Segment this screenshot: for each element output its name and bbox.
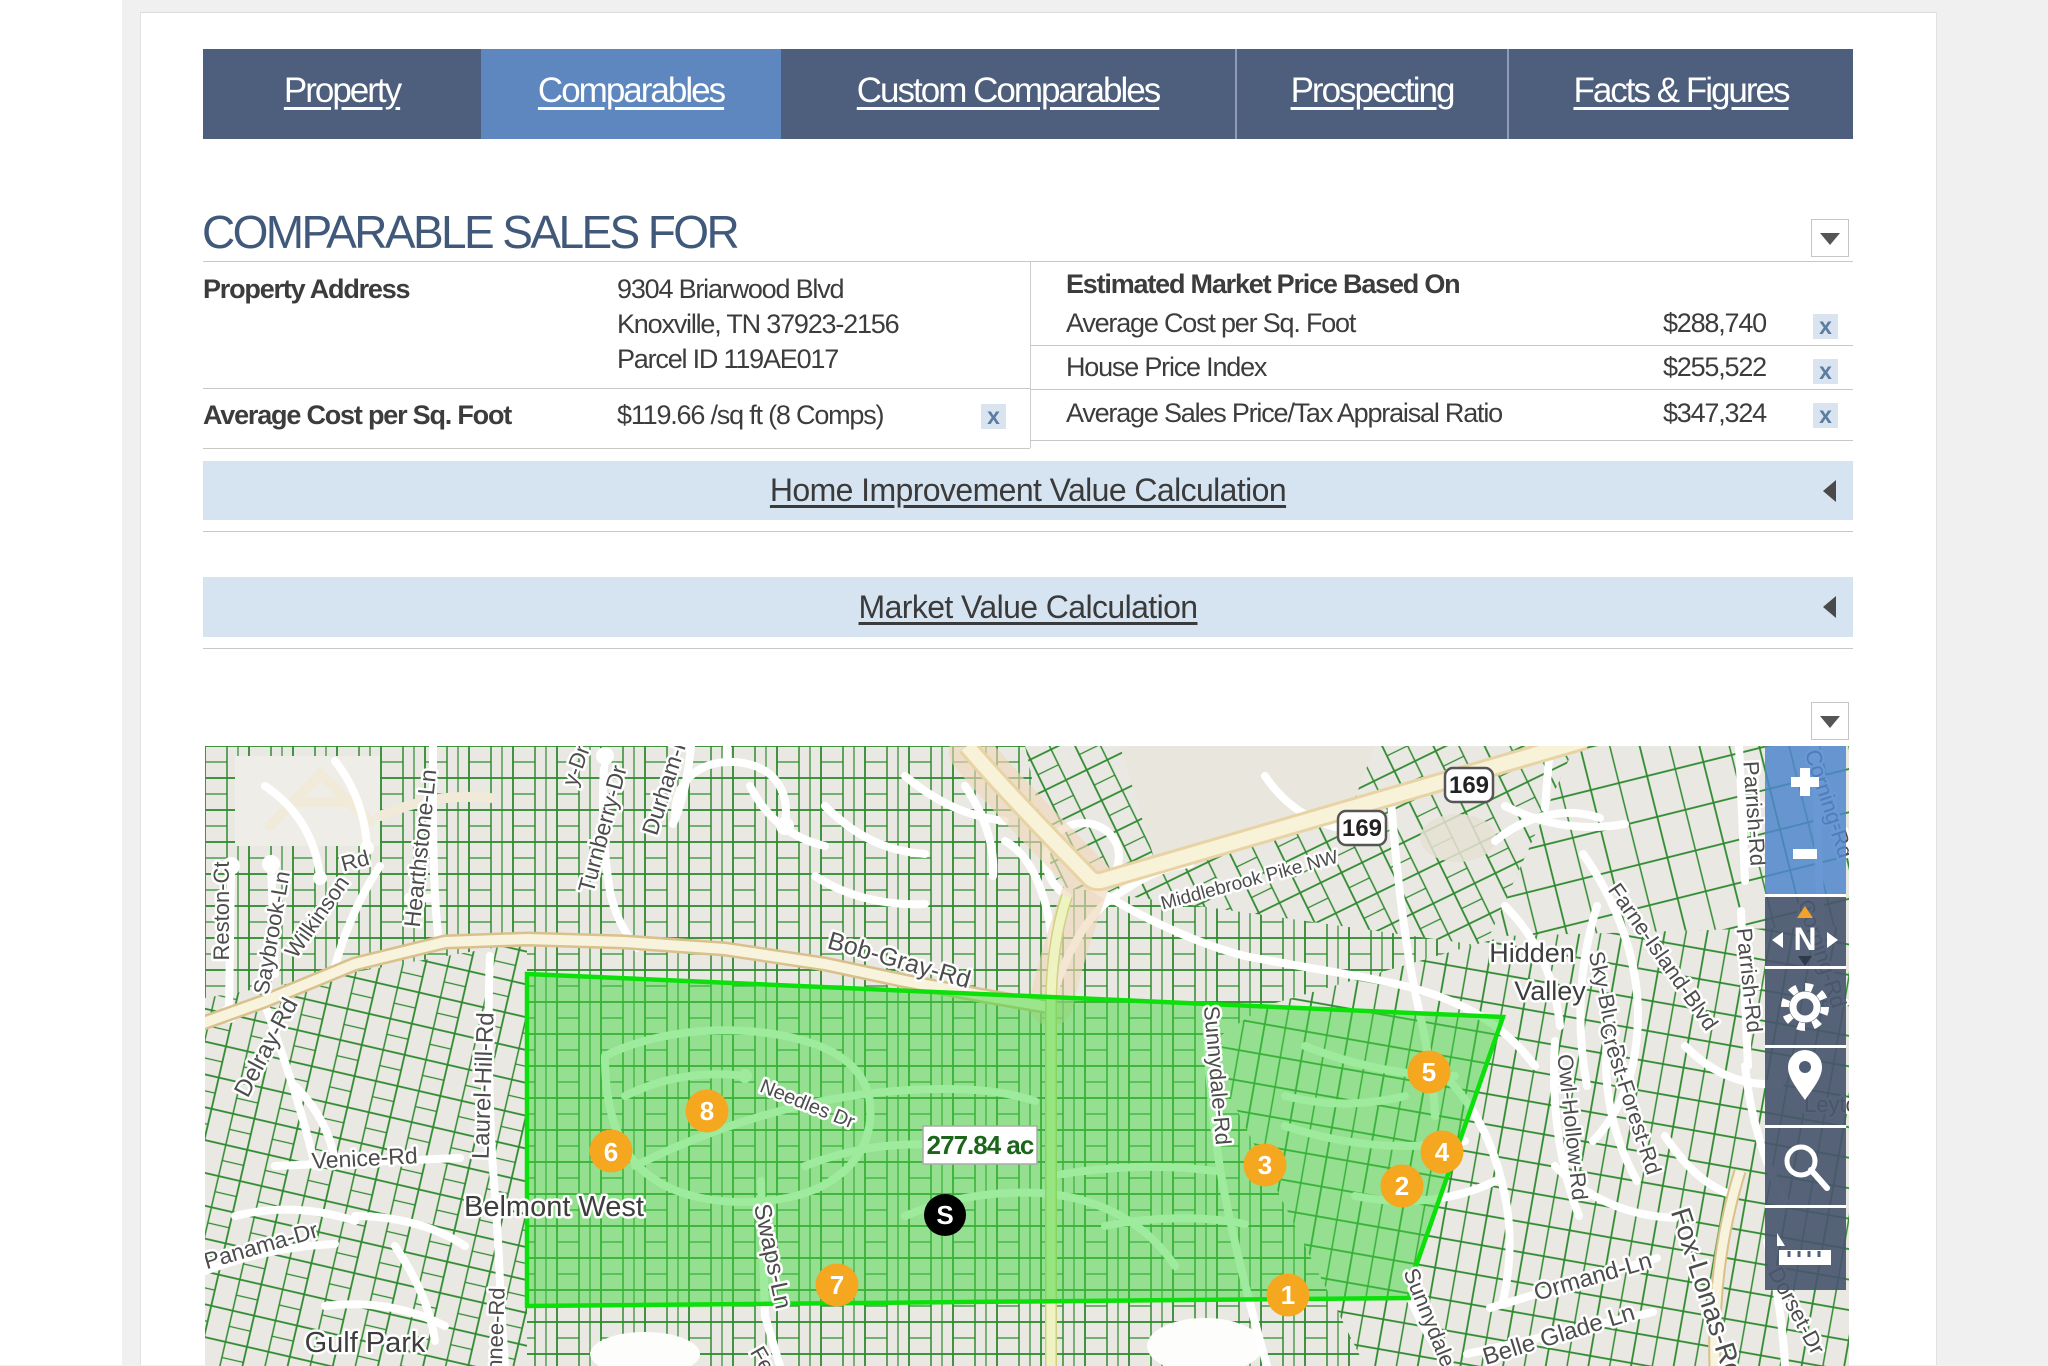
svg-text:169: 169 xyxy=(1342,815,1382,842)
svg-text:Gulf Park: Gulf Park xyxy=(305,1327,426,1359)
svg-text:4: 4 xyxy=(1435,1137,1450,1167)
svg-text:Hidden: Hidden xyxy=(1489,938,1575,968)
svg-text:Valley: Valley xyxy=(1514,976,1586,1006)
svg-text:N: N xyxy=(1793,921,1816,957)
svg-text:Laurel-Hill-Rd: Laurel-Hill-Rd xyxy=(467,1012,499,1160)
svg-text:annee-Rd: annee-Rd xyxy=(481,1287,509,1366)
svg-text:Reston-Ct: Reston-Ct xyxy=(209,861,234,960)
svg-text:169: 169 xyxy=(1449,772,1489,799)
svg-text:277.84 ac: 277.84 ac xyxy=(927,1130,1034,1160)
svg-text:8: 8 xyxy=(700,1096,714,1126)
svg-text:5: 5 xyxy=(1422,1057,1436,1087)
svg-text:3: 3 xyxy=(1258,1150,1272,1180)
svg-text:7: 7 xyxy=(830,1270,844,1300)
svg-text:2: 2 xyxy=(1395,1171,1409,1201)
svg-text:6: 6 xyxy=(604,1137,618,1167)
svg-text:1: 1 xyxy=(1281,1280,1295,1310)
svg-text:Belmont West: Belmont West xyxy=(464,1191,644,1223)
svg-text:Venice-Rd: Venice-Rd xyxy=(311,1142,418,1174)
svg-text:S: S xyxy=(936,1200,953,1230)
